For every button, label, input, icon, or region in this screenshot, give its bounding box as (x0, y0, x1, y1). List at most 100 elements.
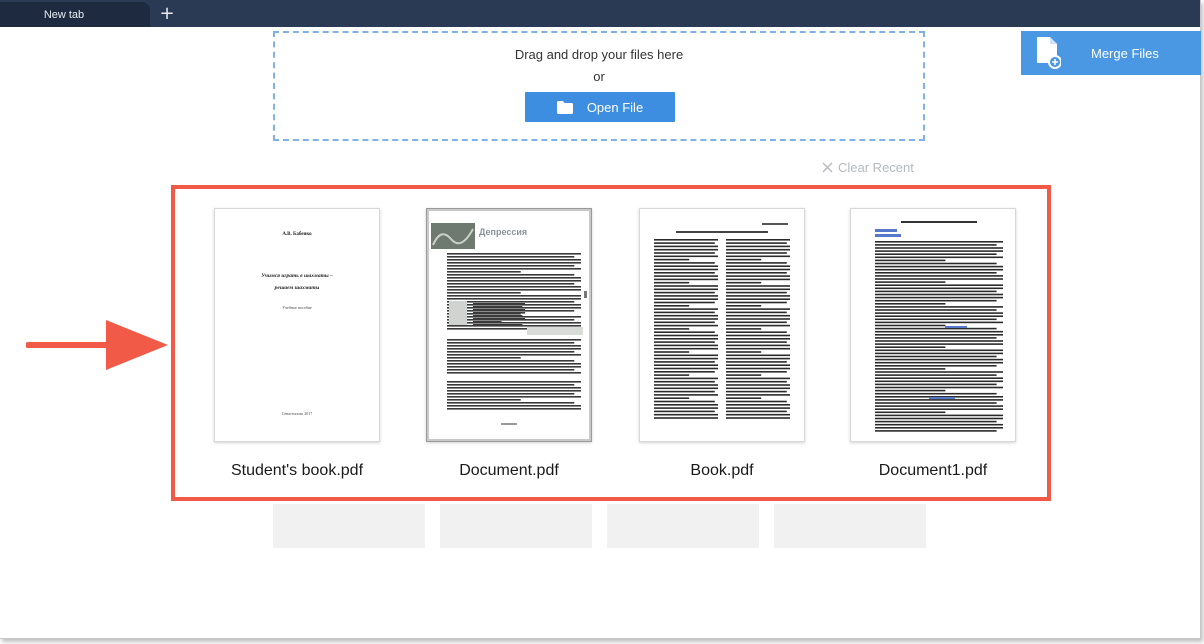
text-line (654, 311, 715, 314)
tab-label: New tab (43, 8, 85, 21)
text-line (654, 361, 715, 363)
text-line (654, 278, 718, 281)
text-line (726, 351, 762, 353)
text-line (875, 265, 1003, 268)
clear-recent-button[interactable]: Clear Recent (822, 158, 932, 176)
text-line (473, 321, 502, 323)
text-line (654, 390, 715, 393)
text-line (654, 262, 715, 264)
text-line (654, 295, 718, 297)
page-preview (875, 221, 1003, 432)
text-line (875, 377, 1003, 379)
text-line (726, 275, 790, 277)
text-line (654, 374, 690, 376)
text-line (875, 278, 1003, 280)
tab-bar: New tab + (0, 0, 1200, 27)
text-line (875, 414, 1003, 417)
drop-zone[interactable]: Drag and drop your files here or Open Fi… (273, 31, 925, 141)
open-file-button[interactable]: Open File (525, 92, 675, 122)
text-line (447, 277, 581, 279)
text-line (875, 358, 1003, 361)
merge-files-button[interactable]: Merge Files (1021, 31, 1201, 75)
merge-files-label: Merge Files (1091, 45, 1159, 61)
text-line (654, 397, 690, 399)
text-line (447, 387, 581, 389)
text-line (654, 255, 718, 258)
text-line (726, 367, 790, 370)
file-name: Document1.pdf (878, 462, 988, 479)
text-line (447, 348, 581, 350)
text-line (654, 371, 715, 373)
text-line (447, 283, 575, 285)
text-line (875, 312, 1003, 314)
text-line (875, 284, 1003, 286)
text-line (654, 281, 690, 284)
text-line (447, 396, 581, 398)
text-line (875, 247, 1003, 249)
text-line (726, 291, 787, 294)
close-icon (822, 162, 833, 172)
text-line (726, 404, 790, 406)
text-line (875, 383, 997, 386)
recent-file-item[interactable]: Депрессия Document.pdf (426, 208, 592, 498)
text-line (447, 298, 581, 300)
recent-file-item[interactable]: А.В. Бабенко Учимся играть в шахматы – р… (214, 208, 380, 498)
text-line (875, 290, 997, 293)
text-line (875, 241, 1003, 243)
text-line (875, 352, 1003, 355)
text-line (875, 399, 1003, 401)
text-line (447, 402, 575, 404)
text-line (447, 274, 575, 276)
text-line (654, 377, 718, 380)
thumb-title-line2: решаем шахматы (274, 285, 320, 291)
text-line (875, 402, 997, 404)
text-line (875, 250, 1003, 252)
text-line (875, 327, 997, 330)
file-thumbnail[interactable] (850, 208, 1016, 442)
text-line (654, 305, 690, 307)
text-line (875, 321, 1003, 324)
text-line (447, 271, 521, 273)
text-line (654, 242, 715, 244)
text-line (875, 427, 1003, 429)
text-line (654, 334, 718, 337)
recent-file-item[interactable]: Book.pdf (639, 208, 805, 498)
text-line (654, 252, 715, 254)
text-line (654, 351, 690, 353)
page-preview: А.В. Бабенко Учимся играть в шахматы – р… (261, 232, 333, 416)
text-line (875, 334, 1003, 336)
recent-file-item[interactable]: Document1.pdf (850, 208, 1016, 498)
text-line (473, 312, 525, 314)
file-thumbnail[interactable] (639, 208, 805, 442)
text-line (875, 405, 1003, 407)
text-line (726, 295, 790, 297)
text-line (447, 289, 581, 291)
text-line (654, 338, 718, 340)
file-thumbnail[interactable]: Депрессия (426, 208, 592, 442)
text-line (654, 364, 718, 366)
page-preview (654, 223, 790, 419)
text-line (654, 314, 718, 317)
text-line (447, 342, 575, 344)
text-line (726, 305, 762, 307)
thumb-subtitle: Учебное пособие (282, 305, 312, 310)
text-line (447, 384, 575, 386)
text-line (726, 301, 787, 304)
recent-placeholder (607, 504, 759, 548)
tab-new-tab[interactable]: New tab (0, 2, 150, 27)
plus-icon[interactable]: + (157, 4, 177, 24)
text-line (654, 407, 718, 409)
file-thumbnail[interactable]: А.В. Бабенко Учимся играть в шахматы – р… (214, 208, 380, 442)
text-line (654, 331, 715, 333)
text-line (726, 265, 790, 267)
app-window: New tab + Drag and drop your files here … (0, 0, 1201, 639)
text-line (726, 334, 790, 337)
text-line (875, 365, 997, 367)
text-line (875, 299, 997, 302)
text-line (447, 405, 581, 407)
text-line (447, 262, 581, 264)
text-line (875, 361, 1003, 364)
thumb-heading: Депрессия (479, 227, 527, 237)
text-line (726, 242, 787, 244)
text-line (875, 346, 946, 348)
